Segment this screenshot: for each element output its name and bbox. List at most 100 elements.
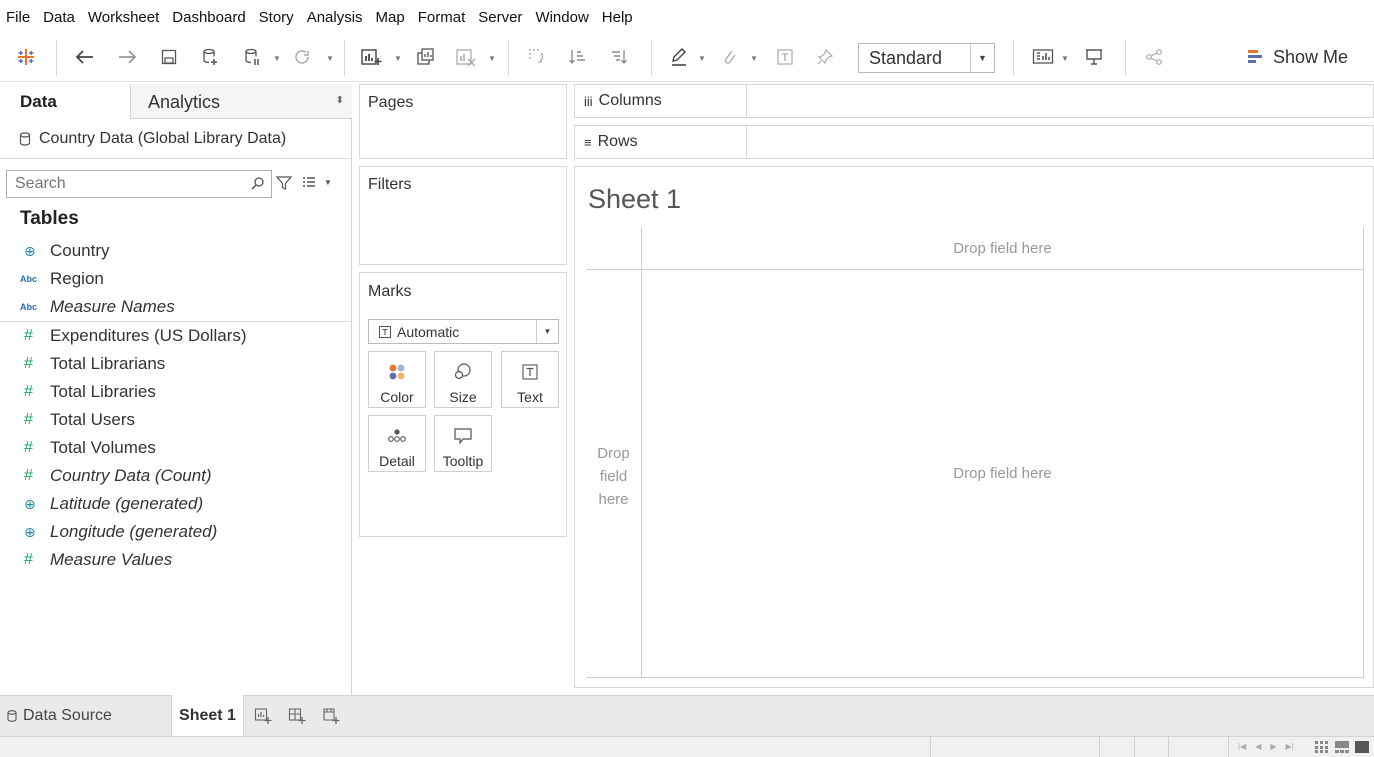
menu-story[interactable]: Story [259, 9, 294, 26]
last-sheet-icon[interactable]: ▶| [1286, 742, 1294, 751]
tooltip-button[interactable]: Tooltip [434, 415, 492, 472]
tableau-logo-icon[interactable] [14, 44, 38, 70]
filters-card[interactable]: Filters [359, 166, 567, 265]
drop-zone-columns[interactable]: Drop field here [642, 240, 1363, 257]
columns-icon: iii [584, 93, 593, 109]
search-icon[interactable] [251, 176, 265, 190]
sheet-title[interactable]: Sheet 1 [588, 184, 681, 215]
fit-select-value: Standard [869, 47, 943, 68]
menu-worksheet[interactable]: Worksheet [88, 9, 159, 26]
highlight-dropdown-icon[interactable]: ▼ [698, 54, 706, 63]
text-button[interactable]: Text [501, 351, 559, 408]
first-sheet-icon[interactable]: |◀ [1238, 742, 1246, 751]
group-members-icon[interactable] [718, 44, 740, 70]
datasource-item[interactable]: Country Data (Global Library Data) [0, 119, 352, 159]
pause-dropdown-icon[interactable]: ▼ [273, 54, 281, 63]
show-cards-dropdown-icon[interactable]: ▼ [1061, 54, 1069, 63]
menu-help[interactable]: Help [602, 9, 633, 26]
field-item[interactable]: # Country Data (Count) [0, 462, 352, 490]
columns-shelf[interactable]: iii Columns [574, 84, 1374, 118]
tab-data-source[interactable]: Data Source [0, 696, 170, 736]
size-button[interactable]: Size [434, 351, 492, 408]
filter-icon[interactable] [276, 175, 292, 191]
sheet-sorter-icon[interactable] [1315, 741, 1329, 753]
search-field[interactable] [6, 170, 272, 198]
marks-card: Marks Automatic ▼ Color Size Text Detail… [359, 272, 567, 537]
chevron-down-icon[interactable]: ▼ [536, 320, 558, 343]
field-item[interactable]: ⊕ Country [0, 237, 352, 265]
show-cards-icon[interactable] [1030, 44, 1056, 70]
duplicate-sheet-icon[interactable] [412, 44, 438, 70]
menu-dashboard[interactable]: Dashboard [172, 9, 245, 26]
menu-analysis[interactable]: Analysis [307, 9, 363, 26]
drop-zone-rows[interactable]: Drop field here [586, 442, 641, 511]
field-item[interactable]: ⊕ Longitude (generated) [0, 518, 352, 546]
previous-sheet-icon[interactable]: ◀ [1255, 742, 1261, 751]
swap-rows-columns-icon[interactable] [524, 44, 548, 70]
drop-zone-main[interactable]: Drop field here [642, 465, 1363, 482]
rows-icon: ≡ [584, 134, 592, 150]
new-story-icon[interactable] [322, 707, 340, 725]
field-item[interactable]: Abc Region [0, 265, 352, 293]
field-item[interactable]: # Total Librarians [0, 350, 352, 378]
sort-arrows-icon[interactable]: ⬍ [336, 95, 344, 106]
filmstrip-icon[interactable] [1335, 741, 1349, 753]
sort-ascending-icon[interactable] [566, 44, 590, 70]
field-item[interactable]: # Measure Values [0, 546, 352, 574]
worksheet-view[interactable]: Sheet 1 Drop field here Drop field here … [574, 166, 1374, 688]
new-dashboard-icon[interactable] [288, 707, 306, 725]
rows-shelf[interactable]: ≡ Rows [574, 125, 1374, 159]
menu-map[interactable]: Map [376, 9, 405, 26]
show-mark-labels-icon[interactable] [774, 44, 796, 70]
search-input[interactable] [7, 175, 247, 193]
field-item[interactable]: ⊕ Latitude (generated) [0, 490, 352, 518]
presentation-mode-icon[interactable] [1082, 44, 1106, 70]
field-label: Longitude (generated) [50, 522, 218, 541]
fit-select[interactable]: Standard ▼ [858, 43, 995, 73]
new-worksheet-dropdown-icon[interactable]: ▼ [394, 54, 402, 63]
pause-updates-icon[interactable] [240, 44, 264, 70]
refresh-icon[interactable] [290, 44, 314, 70]
fix-axes-icon[interactable] [814, 44, 836, 70]
tabs-view-icon[interactable] [1355, 741, 1369, 753]
menu-server[interactable]: Server [478, 9, 522, 26]
save-icon[interactable] [158, 44, 180, 70]
chevron-down-icon[interactable]: ▼ [970, 44, 994, 72]
field-item[interactable]: # Total Volumes [0, 434, 352, 462]
field-item[interactable]: # Expenditures (US Dollars) [0, 322, 352, 350]
color-button[interactable]: Color [368, 351, 426, 408]
pages-card[interactable]: Pages [359, 84, 567, 159]
undo-icon[interactable] [74, 44, 96, 70]
field-label: Expenditures (US Dollars) [50, 326, 247, 345]
field-label: Total Librarians [50, 354, 166, 373]
data-pane: Data Analytics ⬍ Country Data (Global Li… [0, 84, 352, 695]
field-item[interactable]: # Total Users [0, 406, 352, 434]
sort-descending-icon[interactable] [608, 44, 632, 70]
menu-file[interactable]: File [6, 9, 30, 26]
new-worksheet-icon[interactable] [254, 707, 272, 725]
view-dropdown-icon: ▼ [324, 177, 332, 187]
highlight-icon[interactable] [668, 44, 690, 70]
menu-format[interactable]: Format [418, 9, 466, 26]
new-worksheet-icon[interactable] [358, 44, 384, 70]
new-datasource-icon[interactable] [198, 44, 222, 70]
field-item[interactable]: Abc Measure Names [0, 293, 352, 321]
refresh-dropdown-icon[interactable]: ▼ [326, 54, 334, 63]
detail-button[interactable]: Detail [368, 415, 426, 472]
show-me-button[interactable]: Show Me [1248, 44, 1348, 70]
redo-icon[interactable] [116, 44, 138, 70]
tab-analytics[interactable]: Analytics ⬍ [131, 84, 352, 119]
tab-sheet-1[interactable]: Sheet 1 [171, 695, 244, 737]
clear-dropdown-icon[interactable]: ▼ [488, 54, 496, 63]
mark-type-select[interactable]: Automatic ▼ [368, 319, 559, 344]
menu-data[interactable]: Data [43, 9, 75, 26]
globe-icon: ⊕ [24, 495, 36, 512]
next-sheet-icon[interactable]: ▶ [1270, 742, 1276, 751]
menu-window[interactable]: Window [535, 9, 588, 26]
clear-sheet-icon[interactable] [452, 44, 480, 70]
view-options-button[interactable]: ▼ [302, 176, 332, 188]
group-dropdown-icon[interactable]: ▼ [750, 54, 758, 63]
tab-data[interactable]: Data [0, 84, 131, 119]
field-item[interactable]: # Total Libraries [0, 378, 352, 406]
share-icon[interactable] [1142, 44, 1166, 70]
